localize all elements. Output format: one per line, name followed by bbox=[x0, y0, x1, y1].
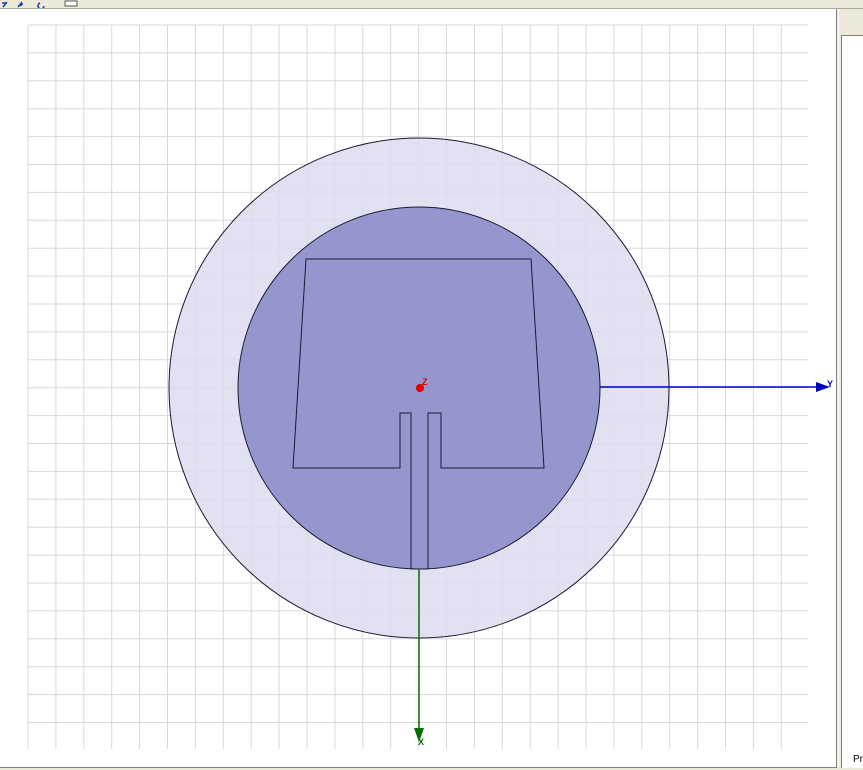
y-axis-label: Y bbox=[827, 379, 833, 389]
fit-icon[interactable] bbox=[64, 0, 78, 7]
z-axis-label: Z bbox=[422, 377, 428, 387]
side-panel-label: Pr bbox=[853, 754, 863, 765]
side-panel-content[interactable] bbox=[841, 35, 863, 768]
model-canvas[interactable]: Y X Z bbox=[0, 9, 836, 767]
zoom-icon[interactable] bbox=[2, 1, 8, 8]
rotate-icon[interactable] bbox=[37, 2, 45, 8]
modeler-3d-viewport[interactable]: Y X Z bbox=[0, 9, 837, 768]
x-axis-label: X bbox=[418, 737, 424, 747]
side-panel: Pr bbox=[838, 9, 863, 768]
pan-icon[interactable] bbox=[17, 1, 24, 8]
toolbar bbox=[0, 0, 863, 9]
